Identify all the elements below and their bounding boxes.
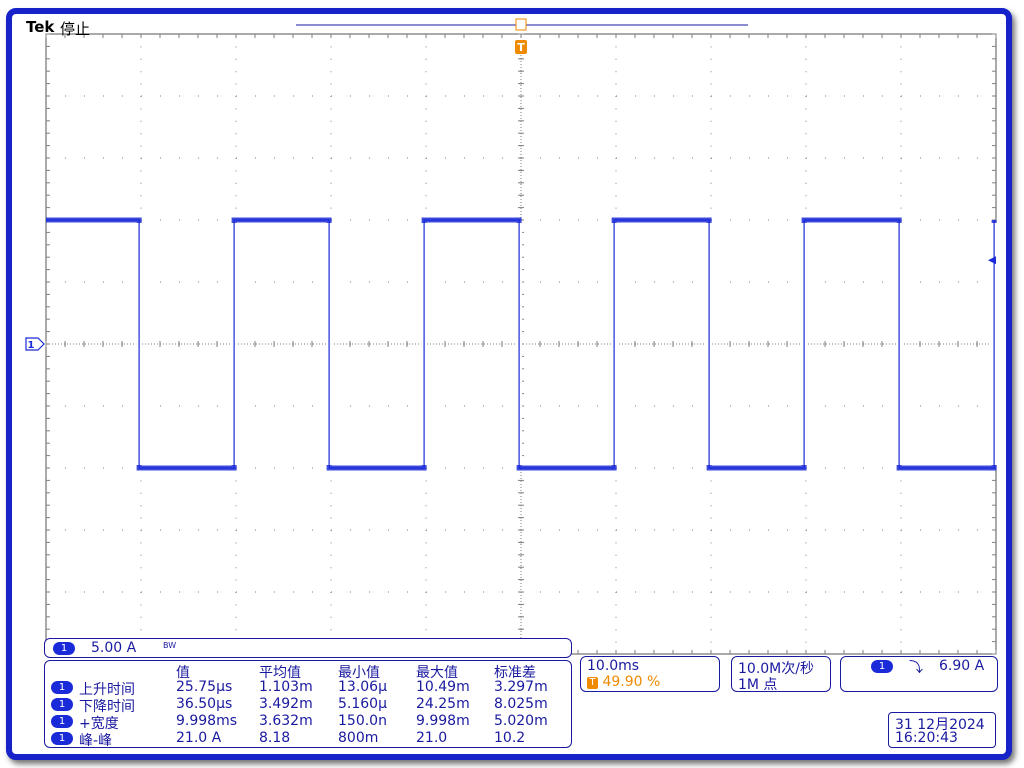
- measure-cell: 3.632m: [259, 713, 313, 729]
- trigger-level: 6.90 A: [939, 658, 985, 674]
- marker-layer: T1: [25, 18, 996, 351]
- datetime-panel: 31 12月2024 16:20:43: [888, 712, 996, 748]
- timebase-panel[interactable]: 10.0ms T 49.90 %: [580, 656, 720, 692]
- measure-cell: 9.998m: [416, 713, 470, 729]
- measure-cell: 24.25m: [416, 696, 470, 712]
- measure-cell: 21.0 A: [176, 730, 222, 746]
- bandwidth-limit-icon: BW: [163, 641, 177, 650]
- brand-logo: Tek: [26, 18, 55, 36]
- measure-name: 峰-峰: [79, 733, 113, 749]
- measure-cell: 9.998ms: [176, 713, 238, 729]
- trigger-panel[interactable]: 1 ⤵ 6.90 A: [840, 656, 998, 692]
- measure-cell: 5.160µ: [338, 696, 387, 712]
- trigger-position-icon: T: [587, 677, 598, 689]
- measure-cell: 25.75µs: [176, 679, 233, 695]
- measure-cell: 36.50µs: [176, 696, 233, 712]
- trigger-position-letter: T: [517, 41, 525, 54]
- trigger-source-badge: 1: [871, 660, 893, 673]
- falling-edge-icon: ⤵: [909, 660, 923, 676]
- measure-cell: 3.492m: [259, 696, 313, 712]
- measure-cell: 3.297m: [494, 679, 548, 695]
- timebase-value: 10.0ms: [587, 658, 640, 674]
- measure-cell: 10.2: [494, 730, 526, 746]
- channel-scale: 5.00 A: [91, 640, 137, 656]
- measure-channel-badge: 1: [51, 715, 73, 728]
- measure-cell: 8.18: [259, 730, 291, 746]
- trace-layer: [46, 217, 998, 471]
- channel-scale-bar[interactable]: 1 5.00 A BW: [44, 638, 572, 658]
- measurement-panel[interactable]: 值 平均值 最小值 最大值 标准差 1 上升时间 25.75µs 1.103m 13.0…: [44, 660, 572, 749]
- trigger-position-row: T 49.90 %: [587, 674, 660, 690]
- trigger-point-marker: [515, 18, 527, 31]
- measure-cell: 13.06µ: [338, 679, 387, 695]
- channel-1-badge: 1: [53, 642, 75, 655]
- measure-channel-badge: 1: [51, 681, 73, 694]
- measure-cell: 10.49m: [416, 679, 470, 695]
- time-display: 16:20:43: [895, 730, 958, 746]
- measure-cell: 8.025m: [494, 696, 548, 712]
- channel-ground-label: 1: [28, 340, 35, 351]
- record-length: 1M 点: [738, 677, 778, 693]
- measure-cell: 150.0n: [338, 713, 387, 729]
- measure-cell: 5.020m: [494, 713, 548, 729]
- acquisition-panel[interactable]: 10.0M次/秒 1M 点: [731, 656, 831, 693]
- measure-cell: 1.103m: [259, 679, 313, 695]
- measure-channel-badge: 1: [51, 698, 73, 711]
- trigger-position-value: 49.90 %: [602, 674, 661, 690]
- measure-cell: 21.0: [416, 730, 448, 746]
- acquisition-status: 停止: [60, 20, 91, 38]
- measure-channel-badge: 1: [51, 732, 73, 745]
- measure-cell: 800m: [338, 730, 379, 746]
